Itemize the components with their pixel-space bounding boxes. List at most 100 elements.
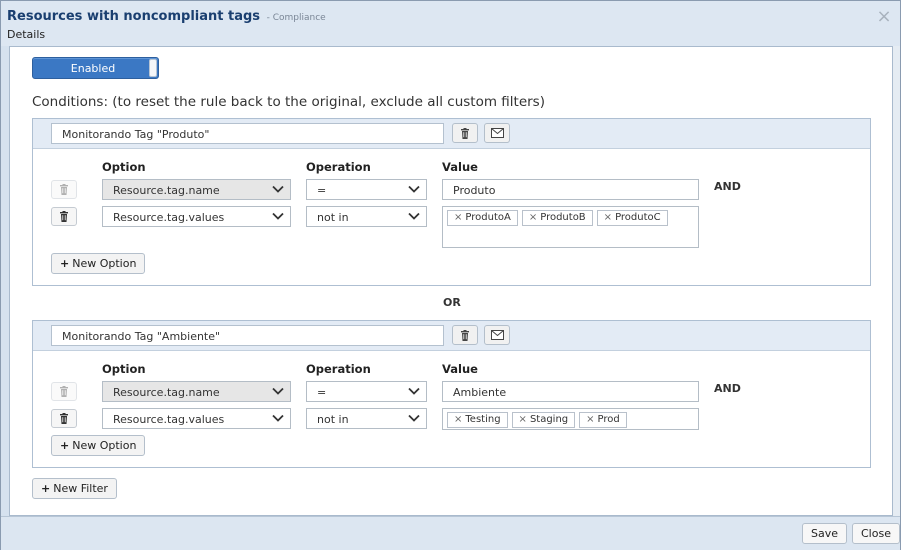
chevron-down-icon bbox=[272, 185, 284, 193]
new-option-label: New Option bbox=[72, 439, 137, 452]
new-option-button[interactable]: + New Option bbox=[51, 253, 146, 274]
chevron-down-icon bbox=[408, 387, 420, 395]
trash-icon bbox=[60, 413, 68, 424]
plus-icon: + bbox=[60, 439, 70, 452]
option-select[interactable]: Resource.tag.values bbox=[102, 408, 291, 429]
trash-icon bbox=[461, 329, 469, 341]
close-button[interactable]: Close bbox=[852, 523, 900, 544]
delete-row-button[interactable] bbox=[51, 207, 77, 226]
values-tag-input[interactable]: × Testing × Staging × Prod bbox=[442, 408, 699, 430]
chevron-down-icon bbox=[272, 212, 284, 220]
remove-tag-icon[interactable]: × bbox=[529, 212, 537, 223]
operation-select-value: = bbox=[317, 386, 327, 399]
dialog-title-text: Resources with noncompliant tags bbox=[7, 9, 261, 24]
tag-chip: × ProdutoA bbox=[447, 210, 518, 226]
conditions-label: Conditions: (to reset the rule back to t… bbox=[32, 94, 545, 110]
option-select[interactable]: Resource.tag.values bbox=[102, 206, 291, 227]
enabled-toggle[interactable]: Enabled bbox=[32, 57, 159, 79]
toggle-label: Enabled bbox=[70, 62, 116, 75]
values-tag-input[interactable]: × ProdutoA × ProdutoB × ProdutoC bbox=[442, 206, 699, 248]
email-filter-button[interactable] bbox=[484, 123, 510, 143]
tag-label: Staging bbox=[529, 414, 569, 425]
trash-icon bbox=[60, 184, 68, 195]
dialog-footer: Save Close bbox=[1, 516, 900, 550]
close-icon[interactable]: × bbox=[876, 8, 892, 26]
filter-header: Monitorando Tag "Produto" bbox=[33, 119, 870, 149]
tag-label: ProdutoB bbox=[540, 212, 586, 223]
chevron-down-icon bbox=[272, 387, 284, 395]
connector-and: AND bbox=[714, 382, 741, 395]
delete-filter-button[interactable] bbox=[452, 123, 478, 143]
new-option-button[interactable]: + New Option bbox=[51, 435, 146, 456]
tag-chip: × Prod bbox=[579, 412, 627, 428]
vertical-scrollbar[interactable] bbox=[893, 46, 900, 516]
connector-and: AND bbox=[714, 180, 741, 193]
tag-label: ProdutoC bbox=[615, 212, 661, 223]
column-value-header: Value bbox=[442, 362, 478, 376]
save-button[interactable]: Save bbox=[802, 523, 848, 544]
column-option-header: Option bbox=[102, 362, 146, 376]
chevron-down-icon bbox=[408, 212, 420, 220]
tag-label: Testing bbox=[465, 414, 501, 425]
or-connector: OR bbox=[443, 296, 461, 309]
plus-icon: + bbox=[41, 482, 51, 495]
operation-select[interactable]: not in bbox=[306, 206, 427, 227]
delete-row-button[interactable] bbox=[51, 409, 77, 428]
email-filter-button[interactable] bbox=[484, 325, 510, 345]
dialog-titlebar: Resources with noncompliant tags - Compl… bbox=[1, 1, 900, 46]
chevron-down-icon bbox=[272, 414, 284, 422]
operation-select-value: not in bbox=[317, 413, 349, 426]
value-input[interactable]: Ambiente bbox=[442, 381, 699, 402]
tag-chip: × Staging bbox=[511, 412, 576, 428]
dialog-title: Resources with noncompliant tags - Compl… bbox=[7, 9, 326, 24]
envelope-icon bbox=[490, 128, 504, 138]
new-filter-button[interactable]: + New Filter bbox=[32, 478, 117, 499]
remove-tag-icon[interactable]: × bbox=[454, 414, 462, 425]
option-select[interactable]: Resource.tag.name bbox=[102, 381, 291, 402]
trash-icon bbox=[60, 386, 68, 397]
option-select-value: Resource.tag.values bbox=[113, 211, 225, 224]
delete-row-button[interactable] bbox=[51, 180, 77, 199]
dialog-content: Enabled Conditions: (to reset the rule b… bbox=[9, 46, 893, 516]
column-operation-header: Operation bbox=[306, 362, 371, 376]
option-select[interactable]: Resource.tag.name bbox=[102, 179, 291, 200]
operation-select[interactable]: not in bbox=[306, 408, 427, 429]
trash-icon bbox=[461, 127, 469, 139]
option-select-value: Resource.tag.values bbox=[113, 413, 225, 426]
dialog-window: Resources with noncompliant tags - Compl… bbox=[0, 0, 901, 550]
remove-tag-icon[interactable]: × bbox=[586, 414, 594, 425]
filter-header: Monitorando Tag "Ambiente" bbox=[33, 321, 870, 351]
option-select-value: Resource.tag.name bbox=[113, 184, 220, 197]
trash-icon bbox=[60, 211, 68, 222]
remove-tag-icon[interactable]: × bbox=[519, 414, 527, 425]
remove-tag-icon[interactable]: × bbox=[454, 212, 462, 223]
tag-chip: × ProdutoB bbox=[521, 210, 593, 226]
filter-name-input[interactable]: Monitorando Tag "Produto" bbox=[51, 123, 444, 144]
option-select-value: Resource.tag.name bbox=[113, 386, 220, 399]
delete-filter-button[interactable] bbox=[452, 325, 478, 345]
operation-select[interactable]: = bbox=[306, 179, 427, 200]
tag-chip: × ProdutoC bbox=[596, 210, 668, 226]
filter-2: Monitorando Tag "Ambiente" Option Operat… bbox=[32, 320, 871, 468]
operation-select-value: not in bbox=[317, 211, 349, 224]
filter-name-input[interactable]: Monitorando Tag "Ambiente" bbox=[51, 325, 444, 346]
column-option-header: Option bbox=[102, 160, 146, 174]
envelope-icon bbox=[490, 330, 504, 340]
tag-chip: × Testing bbox=[447, 412, 508, 428]
plus-icon: + bbox=[60, 257, 70, 270]
operation-select-value: = bbox=[317, 184, 327, 197]
new-filter-label: New Filter bbox=[53, 482, 108, 495]
chevron-down-icon bbox=[408, 185, 420, 193]
delete-row-button[interactable] bbox=[51, 382, 77, 401]
remove-tag-icon[interactable]: × bbox=[604, 212, 612, 223]
chevron-down-icon bbox=[408, 414, 420, 422]
filter-1: Monitorando Tag "Produto" Option Operati… bbox=[32, 118, 871, 286]
dialog-subtitle: - Compliance bbox=[266, 13, 326, 23]
column-operation-header: Operation bbox=[306, 160, 371, 174]
operation-select[interactable]: = bbox=[306, 381, 427, 402]
tag-label: Prod bbox=[597, 414, 620, 425]
tab-details[interactable]: Details bbox=[7, 28, 45, 41]
value-input[interactable]: Produto bbox=[442, 179, 699, 200]
new-option-label: New Option bbox=[72, 257, 137, 270]
toggle-knob[interactable] bbox=[149, 59, 157, 77]
